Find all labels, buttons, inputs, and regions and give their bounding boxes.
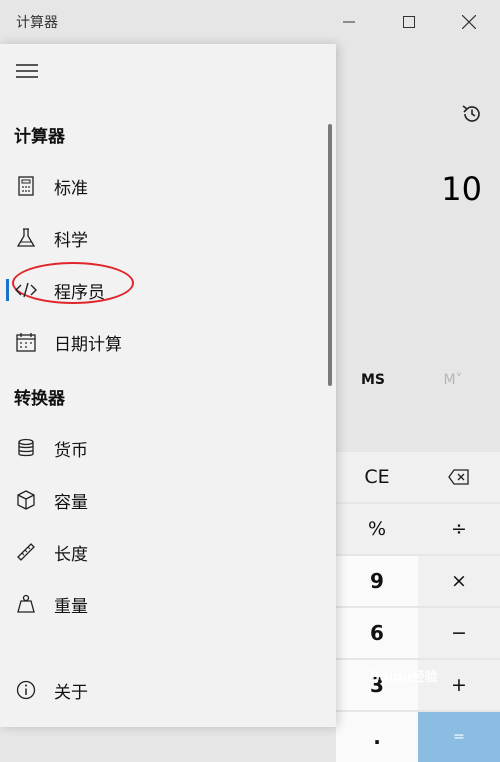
weight-icon — [15, 593, 37, 615]
six-key[interactable]: 6 — [336, 608, 418, 658]
memory-view-button[interactable]: M˅ — [420, 364, 486, 396]
info-icon — [15, 679, 37, 701]
calculator-section-title: 计算器 — [14, 127, 65, 147]
minimize-button[interactable] — [326, 0, 372, 44]
nav-item-label: 关于 — [54, 683, 88, 703]
ruler-icon — [15, 541, 37, 563]
minimize-icon — [343, 21, 355, 23]
nav-item-weight[interactable]: 重量 — [0, 580, 326, 628]
window-title: 计算器 — [16, 15, 58, 31]
multiply-key[interactable]: × — [418, 556, 500, 606]
maximize-button[interactable] — [386, 0, 432, 44]
calendar-icon — [15, 331, 37, 353]
close-icon — [462, 15, 476, 29]
nav-item-label: 标准 — [54, 179, 88, 199]
nav-item-standard[interactable]: 标准 — [0, 162, 326, 210]
percent-key[interactable]: % — [336, 504, 418, 554]
selection-indicator — [6, 279, 9, 301]
nine-key[interactable]: 9 — [336, 556, 418, 606]
calculator-app: 计算器 10 MS M˅ CE % ÷ 9 × 6 − 3 + . = 计算器 … — [0, 0, 500, 762]
nav-item-label: 日期计算 — [54, 335, 122, 355]
title-bar: 计算器 — [0, 0, 500, 44]
nav-item-date[interactable]: 日期计算 — [0, 318, 326, 366]
nav-item-volume[interactable]: 容量 — [0, 476, 326, 524]
nav-item-scientific[interactable]: 科学 — [0, 214, 326, 262]
nav-item-length[interactable]: 长度 — [0, 528, 326, 576]
converter-section-title: 转换器 — [14, 389, 65, 409]
flask-icon — [15, 227, 37, 249]
watermark: Baidu经验 — [370, 670, 438, 685]
nav-item-label: 科学 — [54, 231, 88, 251]
minus-key[interactable]: − — [418, 608, 500, 658]
history-icon — [462, 105, 480, 122]
nav-item-label: 长度 — [54, 545, 88, 565]
maximize-icon — [403, 16, 415, 28]
close-button[interactable] — [446, 0, 492, 44]
memory-store-button[interactable]: MS — [340, 364, 406, 396]
cube-icon — [15, 489, 37, 511]
hamburger-icon — [16, 64, 38, 78]
nav-item-label: 程序员 — [54, 283, 105, 303]
nav-scrollbar[interactable] — [328, 124, 332, 386]
nav-item-label: 容量 — [54, 493, 88, 513]
backspace-icon — [448, 469, 469, 485]
navigation-pane: 计算器 标准 科学 程序员 日期计算 转换器 货币 容量 长度 重量 关于 — [0, 44, 336, 727]
history-button[interactable] — [452, 96, 492, 132]
divide-key[interactable]: ÷ — [418, 504, 500, 554]
decimal-key[interactable]: . — [336, 712, 418, 762]
code-icon — [15, 279, 37, 301]
nav-item-label: 货币 — [54, 441, 88, 461]
backspace-key[interactable] — [418, 452, 500, 502]
equals-key[interactable]: = — [418, 712, 500, 762]
nav-item-label: 重量 — [54, 597, 88, 617]
nav-item-about[interactable]: 关于 — [0, 666, 326, 714]
menu-button[interactable] — [10, 56, 44, 86]
nav-item-currency[interactable]: 货币 — [0, 424, 326, 472]
display-value: 10 — [441, 170, 482, 208]
coins-icon — [15, 437, 37, 459]
ce-key[interactable]: CE — [336, 452, 418, 502]
nav-item-programmer[interactable]: 程序员 — [0, 262, 326, 314]
calculator-icon — [15, 175, 37, 197]
